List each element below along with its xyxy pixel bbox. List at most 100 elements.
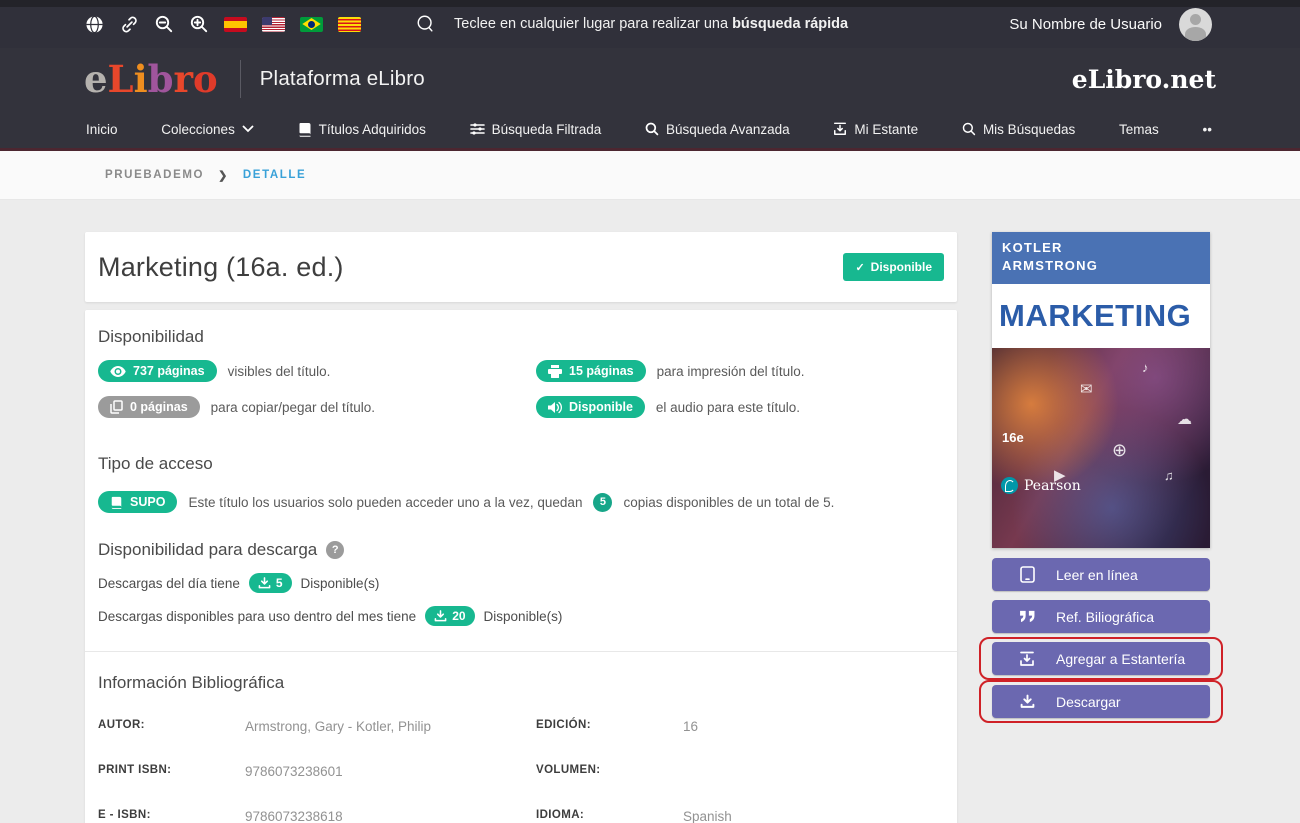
bibliographic-reference-button[interactable]: Ref. Biliográfica bbox=[992, 600, 1210, 633]
cover-authors: KOTLER ARMSTRONG bbox=[992, 232, 1210, 284]
breadcrumb-root[interactable]: PRUEBADEMO bbox=[105, 169, 204, 181]
available-status-badge: Disponible bbox=[843, 253, 944, 281]
audio-available-badge: Disponible bbox=[536, 396, 645, 418]
pearson-orb-icon bbox=[1001, 477, 1018, 494]
nav-item-busqueda-avanzada[interactable]: Búsqueda Avanzada bbox=[645, 122, 790, 137]
sliders-icon bbox=[469, 123, 485, 135]
availability-view-row: 737 páginas visibles del título. bbox=[98, 360, 536, 382]
nav-item-colecciones[interactable]: Colecciones bbox=[161, 122, 254, 137]
help-icon[interactable] bbox=[326, 541, 345, 559]
page-title: Marketing (16a. ed.) bbox=[98, 251, 344, 282]
elibro-logo[interactable]: eLibro bbox=[84, 60, 218, 98]
cover-photo: 16e ✉ ♪ ☁ ⊕ ▶ ♫ Pearson bbox=[992, 348, 1210, 548]
search-icon bbox=[416, 14, 436, 34]
site-name: eLibro.net bbox=[1071, 64, 1216, 94]
tablet-icon bbox=[1018, 566, 1036, 583]
brand-divider bbox=[239, 60, 241, 98]
title-card: Marketing (16a. ed.) Disponible bbox=[85, 232, 957, 302]
breadcrumb: PRUEBADEMO ❯ DETALLE bbox=[0, 151, 1300, 200]
zoom-out-icon[interactable] bbox=[154, 14, 174, 34]
field-value-print-isbn: 9786073238601 bbox=[245, 764, 343, 779]
username-label: Su Nombre de Usuario bbox=[1009, 15, 1162, 33]
download-icon bbox=[434, 610, 447, 622]
chevron-down-icon bbox=[242, 125, 254, 133]
shelf-icon bbox=[1018, 651, 1036, 667]
top-bar: Teclee en cualquier lugar para realizar … bbox=[0, 0, 1300, 48]
availability-heading: Disponibilidad bbox=[98, 327, 204, 346]
cover-doodle-cloud: ☁ bbox=[1177, 411, 1192, 428]
field-label-autor: AUTOR: bbox=[98, 719, 145, 731]
nav-item-mis-busquedas[interactable]: Mis Búsquedas bbox=[962, 122, 1075, 137]
cover-doodle-magnifier: ⊕ bbox=[1112, 440, 1128, 460]
link-icon[interactable] bbox=[119, 14, 139, 34]
pages-visible-badge: 737 páginas bbox=[98, 360, 217, 382]
download-icon bbox=[258, 577, 271, 589]
biblio-grid: AUTOR: Armstrong, Gary - Kotler, Philip … bbox=[98, 719, 944, 823]
daily-downloads-row: Descargas del día tiene 5 Disponible(s) bbox=[98, 573, 944, 593]
breadcrumb-chevron-icon: ❯ bbox=[218, 169, 229, 182]
nav-item-busqueda-filtrada[interactable]: Búsqueda Filtrada bbox=[469, 122, 601, 137]
shelf-icon bbox=[834, 122, 847, 135]
cover-title-band: MARKETING bbox=[992, 284, 1210, 348]
nav-item-titulos-adquiridos[interactable]: Títulos Adquiridos bbox=[298, 122, 426, 137]
field-label-volumen: VOLUMEN: bbox=[536, 764, 601, 776]
nav-item-mi-estante[interactable]: Mi Estante bbox=[833, 122, 918, 137]
detail-card: Disponibilidad 737 páginas visibles del … bbox=[85, 310, 957, 823]
search-icon bbox=[962, 122, 976, 136]
download-button[interactable]: Descargar bbox=[979, 680, 1223, 723]
nav-item-inicio[interactable]: Inicio bbox=[86, 122, 118, 137]
check-icon bbox=[855, 260, 864, 274]
quote-icon bbox=[1018, 610, 1036, 623]
field-value-idioma: Spanish bbox=[683, 809, 732, 823]
availability-audio-row: Disponible el audio para este título. bbox=[536, 396, 944, 418]
field-label-idioma: IDIOMA: bbox=[536, 809, 585, 821]
nav-item-temas[interactable]: Temas bbox=[1119, 122, 1159, 137]
monthly-downloads-row: Descargas disponibles para uso dentro de… bbox=[98, 606, 944, 626]
spain-flag-icon[interactable] bbox=[224, 16, 247, 32]
quick-search-bar[interactable]: Teclee en cualquier lugar para realizar … bbox=[416, 14, 848, 34]
topbar-tools bbox=[84, 14, 361, 34]
field-value-autor: Armstrong, Gary - Kotler, Philip bbox=[245, 719, 432, 734]
main-navigation: Inicio Colecciones Títulos Adquiridos Bú… bbox=[0, 110, 1300, 148]
copies-remaining-badge: 5 bbox=[593, 492, 613, 512]
zoom-in-icon[interactable] bbox=[189, 14, 209, 34]
quick-search-placeholder: Teclee en cualquier lugar para realizar … bbox=[454, 16, 849, 32]
nav-more-icon[interactable]: •• bbox=[1203, 122, 1212, 137]
globe-icon[interactable] bbox=[84, 14, 104, 34]
speaker-icon bbox=[548, 401, 562, 413]
usa-flag-icon[interactable] bbox=[262, 16, 285, 32]
availability-grid: 737 páginas visibles del título. 15 pági… bbox=[98, 360, 944, 418]
pages-print-badge: 15 páginas bbox=[536, 360, 646, 382]
read-online-button[interactable]: Leer en línea bbox=[992, 558, 1210, 591]
brand-bar: eLibro Plataforma eLibro eLibro.net bbox=[0, 48, 1300, 110]
field-label-e-isbn: E - ISBN: bbox=[98, 809, 151, 821]
catalonia-flag-icon[interactable] bbox=[338, 16, 361, 32]
cover-edition: 16e bbox=[1002, 430, 1024, 445]
section-divider bbox=[85, 651, 957, 652]
biblio-heading: Información Bibliográfica bbox=[98, 673, 285, 692]
download-icon bbox=[1018, 694, 1036, 709]
user-avatar[interactable] bbox=[1179, 7, 1212, 41]
availability-print-row: 15 páginas para impresión del título. bbox=[536, 360, 944, 382]
field-value-e-isbn: 9786073238618 bbox=[245, 809, 343, 823]
breadcrumb-current: DETALLE bbox=[242, 169, 307, 181]
publisher-logo: Pearson bbox=[1001, 477, 1081, 494]
book-cover[interactable]: KOTLER ARMSTRONG MARKETING 16e ✉ ♪ ☁ ⊕ ▶… bbox=[992, 232, 1210, 548]
brazil-flag-icon[interactable] bbox=[300, 16, 323, 32]
field-label-edicion: EDICIÓN: bbox=[536, 719, 591, 731]
download-availability-heading: Disponibilidad para descarga bbox=[98, 540, 944, 560]
field-label-print-isbn: PRINT ISBN: bbox=[98, 764, 172, 776]
eye-icon bbox=[110, 365, 126, 377]
book-icon bbox=[111, 496, 122, 509]
platform-title: Plataforma eLibro bbox=[259, 67, 425, 90]
elibro-book-detail-page: Teclee en cualquier lugar para realizar … bbox=[0, 0, 1300, 823]
book-icon bbox=[299, 122, 311, 137]
access-type-row: SUPO Este título los usuarios solo puede… bbox=[98, 491, 944, 513]
cover-doodle-note: ♪ bbox=[1142, 360, 1149, 375]
search-icon bbox=[645, 122, 659, 136]
cover-doodle-notes: ♫ bbox=[1164, 468, 1174, 483]
cover-doodle-envelope: ✉ bbox=[1080, 381, 1093, 398]
add-to-shelf-button[interactable]: Agregar a Estantería bbox=[979, 637, 1223, 680]
access-type-heading: Tipo de acceso bbox=[98, 454, 213, 473]
daily-downloads-badge: 5 bbox=[248, 573, 292, 593]
